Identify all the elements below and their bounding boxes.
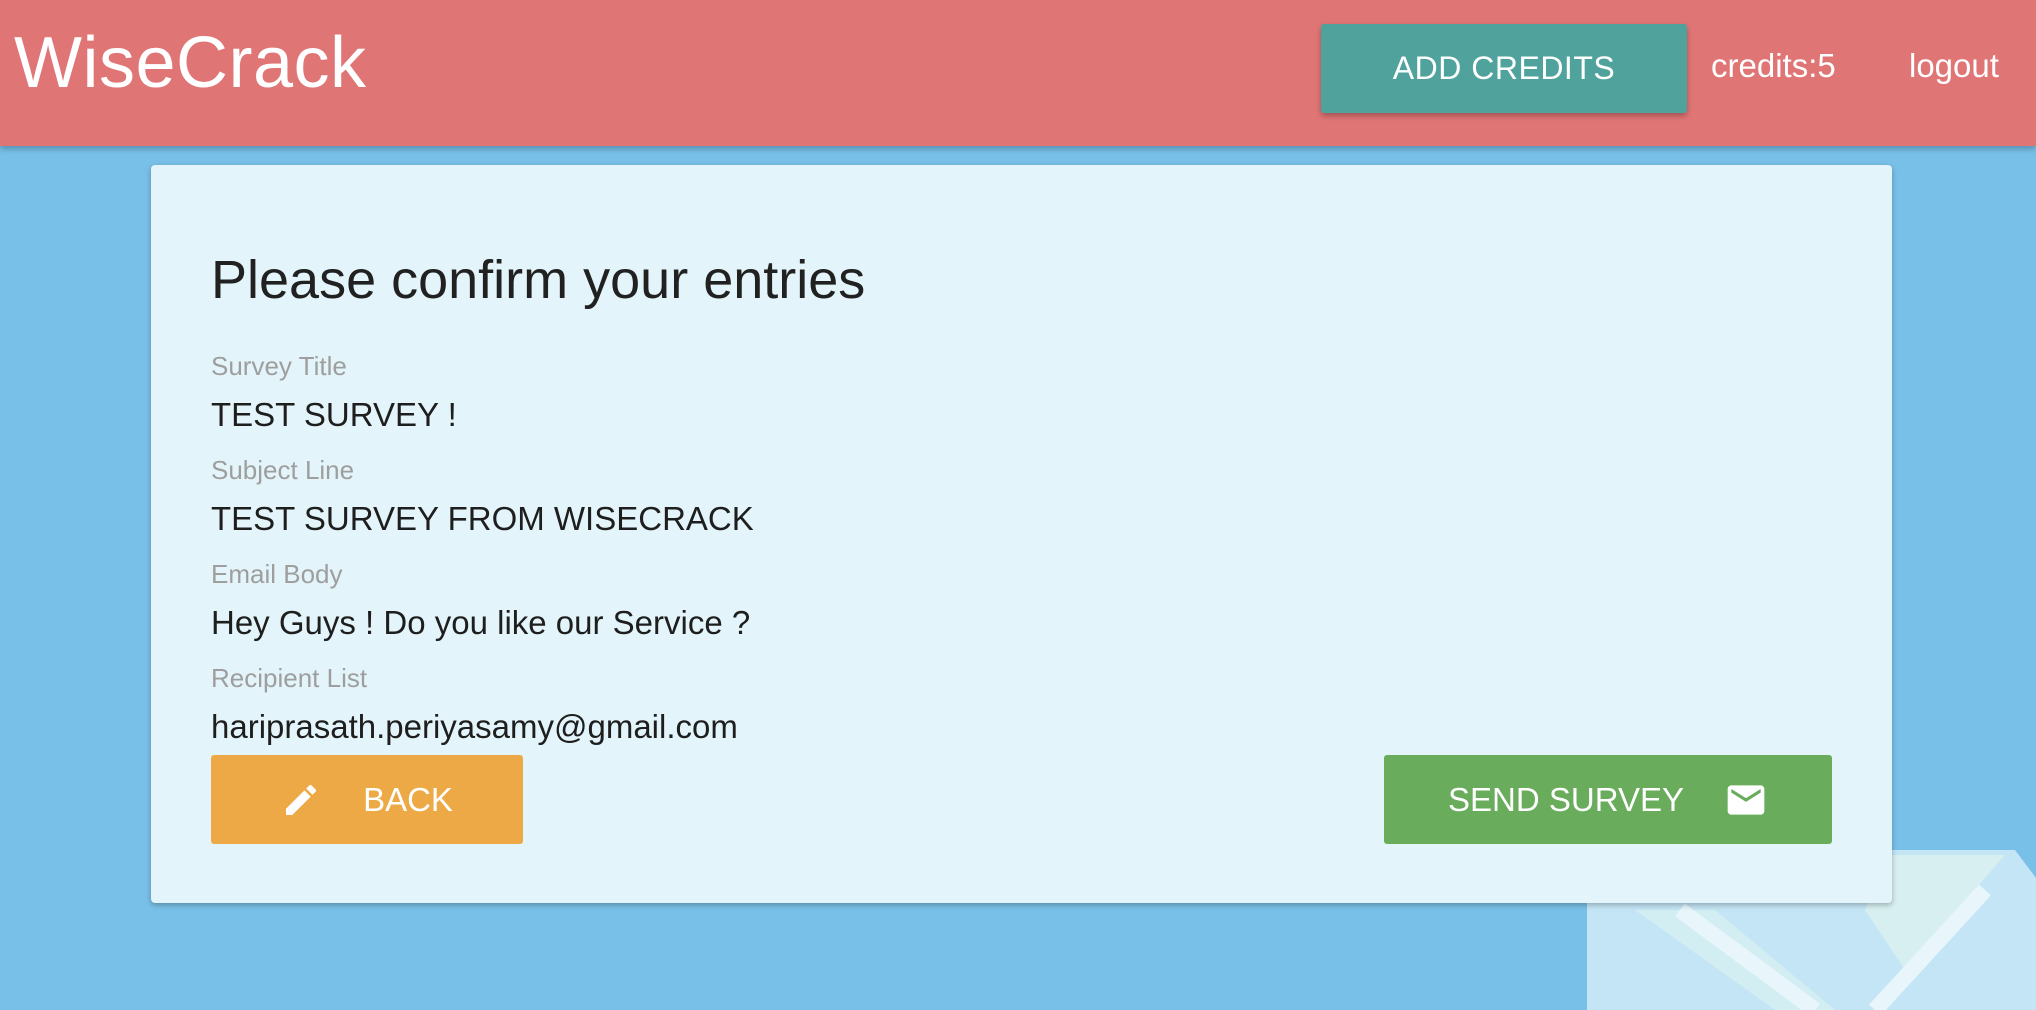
confirm-entries-card: Please confirm your entries Survey Title… <box>151 165 1892 903</box>
recipient-list-value: hariprasath.periyasamy@gmail.com <box>211 708 738 745</box>
mail-icon <box>1724 778 1768 822</box>
add-credits-button[interactable]: ADD CREDITS <box>1321 24 1687 113</box>
recipient-list-label: Recipient List <box>211 663 368 693</box>
pencil-icon <box>281 780 321 820</box>
send-survey-button[interactable]: SEND SURVEY <box>1384 755 1832 844</box>
email-body-label: Email Body <box>211 559 343 589</box>
top-navbar: WiseCrack ADD CREDITS credits:5 logout <box>0 0 2036 146</box>
email-body-value: Hey Guys ! Do you like our Service ? <box>211 604 751 641</box>
logout-link[interactable]: logout <box>1909 44 1999 88</box>
brand-logo-link[interactable]: WiseCrack <box>14 20 367 106</box>
subject-line-value: TEST SURVEY FROM WISECRACK <box>211 500 754 537</box>
credits-count: credits:5 <box>1711 47 1836 84</box>
page-title: Please confirm your entries <box>211 250 866 310</box>
send-survey-button-label: SEND SURVEY <box>1448 780 1684 818</box>
back-button[interactable]: BACK <box>211 755 523 844</box>
survey-title-value: TEST SURVEY ! <box>211 396 457 433</box>
subject-line-label: Subject Line <box>211 455 355 485</box>
survey-title-label: Survey Title <box>211 351 347 381</box>
back-button-label: BACK <box>363 780 453 818</box>
